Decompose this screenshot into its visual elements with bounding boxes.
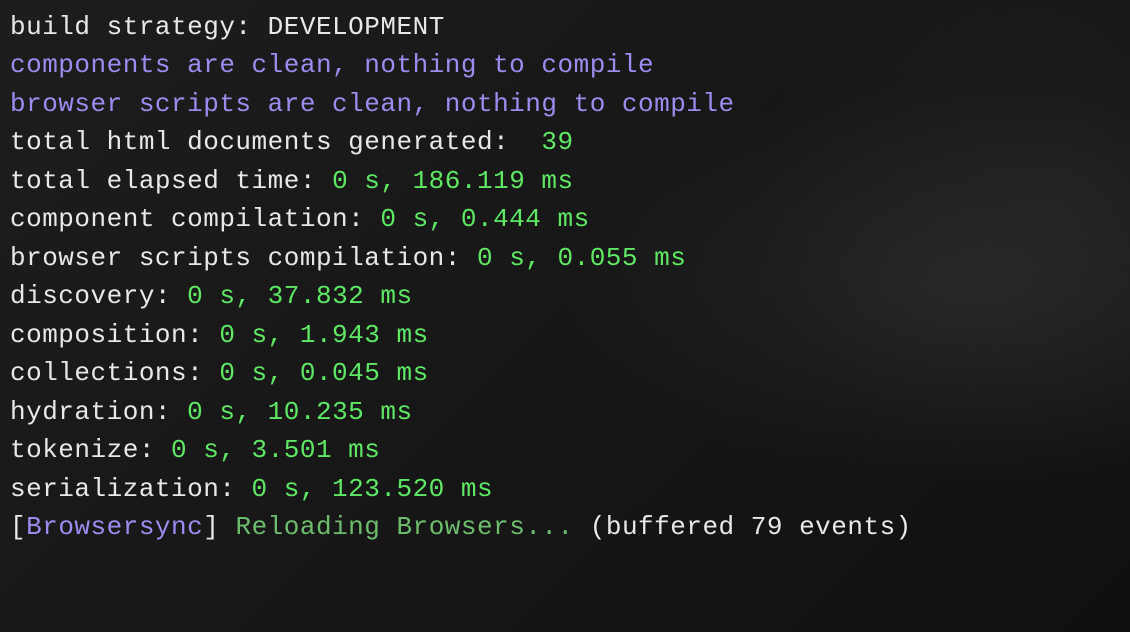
tokenize-line: tokenize: 0 s, 3.501 ms (10, 431, 1120, 469)
total-html-value: 39 (541, 127, 573, 157)
components-clean-line: components are clean, nothing to compile (10, 46, 1120, 84)
collections-label: collections: (10, 358, 219, 388)
browser-scripts-compilation-value: 0 s, 0.055 ms (477, 243, 686, 273)
composition-line: composition: 0 s, 1.943 ms (10, 316, 1120, 354)
collections-line: collections: 0 s, 0.045 ms (10, 354, 1120, 392)
discovery-value: 0 s, 37.832 ms (187, 281, 412, 311)
discovery-label: discovery: (10, 281, 187, 311)
serialization-label: serialization: (10, 474, 252, 504)
build-strategy-label: build strategy: (10, 12, 268, 42)
browsersync-bracket-open: [ (10, 512, 26, 542)
browsersync-reloading: Reloading Browsers... (235, 512, 589, 542)
serialization-line: serialization: 0 s, 123.520 ms (10, 470, 1120, 508)
hydration-label: hydration: (10, 397, 187, 427)
component-compilation-value: 0 s, 0.444 ms (380, 204, 589, 234)
components-clean-text: components are clean, nothing to compile (10, 50, 654, 80)
total-elapsed-value: 0 s, 186.119 ms (332, 166, 574, 196)
discovery-line: discovery: 0 s, 37.832 ms (10, 277, 1120, 315)
tokenize-value: 0 s, 3.501 ms (171, 435, 380, 465)
hydration-value: 0 s, 10.235 ms (187, 397, 412, 427)
hydration-line: hydration: 0 s, 10.235 ms (10, 393, 1120, 431)
browsersync-buffered: (buffered 79 events) (590, 512, 912, 542)
browser-scripts-clean-line: browser scripts are clean, nothing to co… (10, 85, 1120, 123)
build-strategy-value: DEVELOPMENT (268, 12, 445, 42)
total-html-line: total html documents generated: 39 (10, 123, 1120, 161)
browsersync-name: Browsersync (26, 512, 203, 542)
total-elapsed-line: total elapsed time: 0 s, 186.119 ms (10, 162, 1120, 200)
browsersync-bracket-close: ] (203, 512, 235, 542)
component-compilation-label: component compilation: (10, 204, 380, 234)
composition-value: 0 s, 1.943 ms (219, 320, 428, 350)
tokenize-label: tokenize: (10, 435, 171, 465)
total-html-label: total html documents generated: (10, 127, 541, 157)
browser-scripts-clean-text: browser scripts are clean, nothing to co… (10, 89, 735, 119)
total-elapsed-label: total elapsed time: (10, 166, 332, 196)
browser-scripts-compilation-line: browser scripts compilation: 0 s, 0.055 … (10, 239, 1120, 277)
build-strategy-line: build strategy: DEVELOPMENT (10, 8, 1120, 46)
serialization-value: 0 s, 123.520 ms (252, 474, 494, 504)
composition-label: composition: (10, 320, 219, 350)
collections-value: 0 s, 0.045 ms (219, 358, 428, 388)
browser-scripts-compilation-label: browser scripts compilation: (10, 243, 477, 273)
component-compilation-line: component compilation: 0 s, 0.444 ms (10, 200, 1120, 238)
browsersync-line: [Browsersync] Reloading Browsers... (buf… (10, 508, 1120, 546)
